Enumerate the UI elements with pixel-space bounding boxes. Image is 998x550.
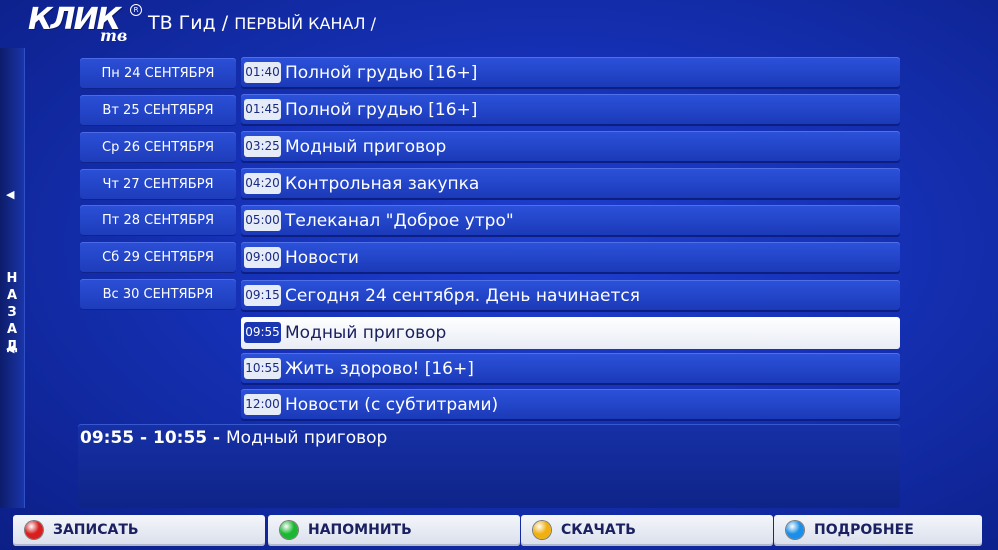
title-channel: ПЕРВЫЙ КАНАЛ / — [234, 14, 376, 33]
back-button[interactable]: ◀ НАЗАД ◀ — [0, 48, 25, 508]
program-info-time: 09:55 - 10:55 - — [80, 428, 227, 448]
program-row-selected[interactable]: 09:55 Модный приговор — [241, 317, 900, 349]
title-section: ТВ Гид / — [148, 12, 235, 34]
day-item-wed[interactable]: Ср 26 СЕНТЯБРЯ — [80, 132, 236, 163]
program-time: 04:20 — [244, 173, 281, 194]
record-button-label: ЗАПИСАТЬ — [53, 522, 139, 538]
remind-button[interactable]: НАПОМНИТЬ — [268, 515, 520, 546]
left-arrow-icon: ◀ — [6, 342, 15, 355]
program-row[interactable]: 12:00 Новости (с субтитрами) — [241, 389, 900, 421]
program-title: Телеканал "Доброе утро" — [285, 211, 514, 231]
klik-tv-logo: КЛИК R тв — [28, 2, 143, 45]
logo-registered-mark: R — [130, 4, 142, 16]
program-time: 12:00 — [244, 394, 281, 415]
details-button-label: ПОДРОБНЕЕ — [814, 522, 914, 538]
day-item-tue[interactable]: Вт 25 СЕНТЯБРЯ — [80, 95, 236, 126]
program-row[interactable]: 09:00 Новости — [241, 242, 900, 274]
program-title: Новости — [285, 248, 359, 268]
page-title: ТВ Гид / ПЕРВЫЙ КАНАЛ / — [148, 12, 376, 34]
left-arrow-icon: ◀ — [6, 188, 15, 201]
program-title: Новости (с субтитрами) — [285, 395, 499, 415]
program-time: 05:00 — [244, 210, 281, 231]
day-item-sat[interactable]: Сб 29 СЕНТЯБРЯ — [80, 242, 236, 273]
download-button-label: СКАЧАТЬ — [561, 522, 636, 538]
program-time: 01:45 — [244, 99, 281, 120]
download-button[interactable]: СКАЧАТЬ — [521, 515, 773, 546]
remind-button-label: НАПОМНИТЬ — [308, 522, 412, 538]
program-title: Жить здорово! [16+] — [285, 359, 474, 379]
green-circle-icon — [280, 521, 298, 539]
blue-circle-icon — [786, 521, 804, 539]
program-row[interactable]: 10:55 Жить здорово! [16+] — [241, 353, 900, 385]
day-item-fri[interactable]: Пт 28 СЕНТЯБРЯ — [80, 205, 236, 236]
program-title: Модный приговор — [285, 137, 447, 157]
program-time: 09:55 — [244, 322, 281, 343]
program-time: 03:25 — [244, 136, 281, 157]
program-time: 10:55 — [244, 358, 281, 379]
program-row[interactable]: 09:15 Сегодня 24 сентября. День начинает… — [241, 280, 900, 312]
day-item-mon[interactable]: Пн 24 СЕНТЯБРЯ — [80, 58, 236, 89]
program-row[interactable]: 01:40 Полной грудью [16+] — [241, 57, 900, 89]
program-info-line: 09:55 - 10:55 - Модный приговор — [80, 428, 387, 448]
program-time: 09:00 — [244, 247, 281, 268]
program-info-title: Модный приговор — [226, 428, 388, 448]
yellow-circle-icon — [533, 521, 551, 539]
record-button[interactable]: ЗАПИСАТЬ — [13, 515, 265, 546]
day-item-sun[interactable]: Вс 30 СЕНТЯБРЯ — [80, 279, 236, 310]
program-title: Сегодня 24 сентября. День начинается — [285, 286, 640, 306]
program-row[interactable]: 04:20 Контрольная закупка — [241, 168, 900, 200]
program-title: Полной грудью [16+] — [285, 63, 478, 83]
program-row[interactable]: 01:45 Полной грудью [16+] — [241, 94, 900, 126]
program-time: 01:40 — [244, 62, 281, 83]
red-circle-icon — [25, 521, 43, 539]
program-time: 09:15 — [244, 285, 281, 306]
program-row[interactable]: 03:25 Модный приговор — [241, 131, 900, 163]
details-button[interactable]: ПОДРОБНЕЕ — [774, 515, 982, 546]
program-title: Полной грудью [16+] — [285, 100, 478, 120]
program-title: Модный приговор — [285, 323, 447, 343]
program-row[interactable]: 05:00 Телеканал "Доброе утро" — [241, 205, 900, 237]
program-title: Контрольная закупка — [285, 174, 480, 194]
program-info-panel: 09:55 - 10:55 - Модный приговор — [78, 424, 900, 508]
logo-sub: тв — [100, 26, 128, 45]
day-item-thu[interactable]: Чт 27 СЕНТЯБРЯ — [80, 169, 236, 200]
